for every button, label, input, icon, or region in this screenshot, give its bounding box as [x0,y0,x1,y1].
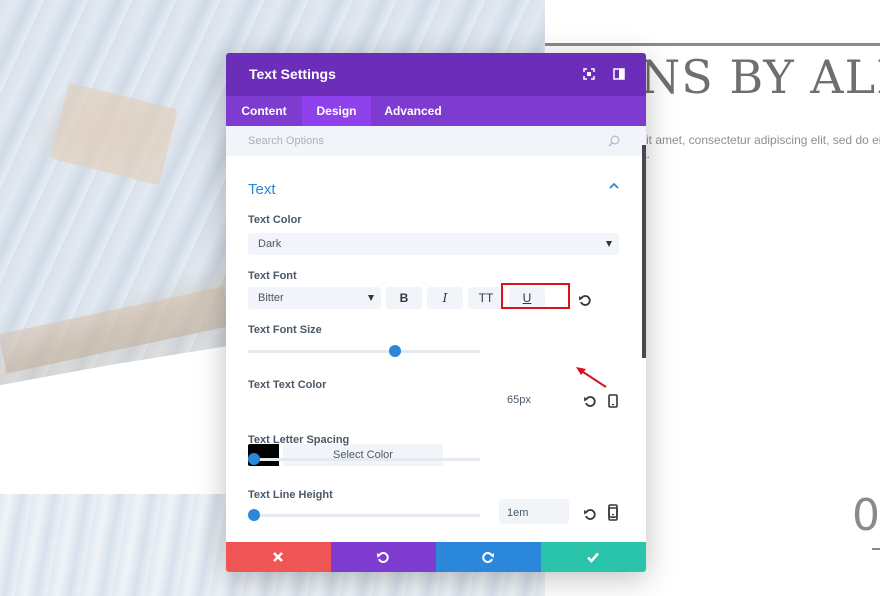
line-height-slider-handle[interactable] [248,509,260,521]
line-height-label: Text Line Height [248,489,333,501]
modal-scrollbar[interactable] [642,145,646,358]
wood-shelf [0,286,232,374]
modal-header: Text Settings [226,53,646,96]
text-color-value: Dark [258,238,282,250]
font-size-slider[interactable] [248,345,480,357]
letter-spacing-slider-handle[interactable] [248,453,260,465]
redo-button[interactable] [436,542,541,572]
uppercase-button[interactable]: TT [468,287,504,309]
page-paragraph-line1: sit amet, consectetur adipiscing elit, s… [640,133,880,147]
red-arrow-annotation [576,367,607,388]
close-icon [273,552,283,562]
tab-advanced[interactable]: Advanced [371,96,455,126]
line-height-input[interactable]: 1em [499,502,569,524]
tab-design[interactable]: Design [302,96,371,126]
caret-down-icon [606,241,612,247]
text-settings-modal: Text Settings Content Design Advanced Te… [226,53,646,572]
letter-spacing-label: Text Letter Spacing [248,434,350,446]
chevron-up-icon[interactable] [608,180,620,192]
mobile-device-icon[interactable] [608,507,618,521]
section-title-text[interactable]: Text [248,181,276,198]
page-heading: NS BY ALL [640,50,880,104]
checkmark-icon [587,552,599,563]
text-font-label: Text Font [248,270,297,282]
heading-divider [545,43,880,46]
expand-icon[interactable] [583,68,595,80]
font-size-input[interactable]: 65px [499,389,569,411]
bold-button[interactable]: B [386,287,422,309]
undo-button[interactable] [331,542,436,572]
caret-down-icon [368,295,374,301]
mobile-device-icon[interactable] [608,394,618,408]
redo-icon [482,552,494,563]
select-color-button[interactable]: Select Color [283,444,443,466]
search-input[interactable] [248,133,588,149]
letter-spacing-slider[interactable] [248,453,480,465]
line-height-slider[interactable] [248,509,480,521]
search-icon[interactable] [608,135,620,147]
settings-body: Text Text Color Dark Text Font Bitter B … [226,156,646,542]
text-color-label: Text Color [248,214,302,226]
search-bar [226,126,646,156]
jeans-leather-patch [50,82,178,186]
font-size-label: Text Font Size [248,324,322,336]
reset-icon[interactable] [578,293,592,307]
text-font-value: Bitter [258,292,284,304]
page-paragraph-line2: a. [640,147,880,161]
save-button[interactable] [541,542,646,572]
big-number: 0 [852,490,880,541]
tab-content[interactable]: Content [226,96,302,126]
modal-title: Text Settings [249,66,336,82]
modal-footer [226,542,646,572]
reset-icon[interactable] [583,394,597,408]
cancel-button[interactable] [226,542,331,572]
text-text-color-label: Text Text Color [248,379,327,391]
undo-icon [377,552,389,563]
underline-button[interactable]: U [509,287,545,309]
font-size-slider-handle[interactable] [388,345,401,357]
modal-tabs: Content Design Advanced [226,96,646,126]
italic-button[interactable]: I [427,287,463,309]
text-font-select[interactable]: Bitter [248,287,381,309]
reset-icon[interactable] [583,507,597,521]
number-dash [872,548,880,550]
text-color-select[interactable]: Dark [248,233,619,255]
sidebar-toggle-icon[interactable] [613,68,625,80]
